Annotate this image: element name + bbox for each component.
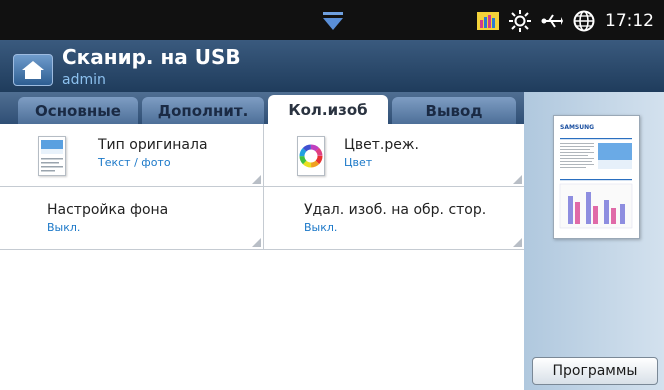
tab-output[interactable]: Вывод: [392, 97, 516, 124]
option-value: Текст / фото: [98, 156, 171, 169]
globe-icon[interactable]: [573, 10, 595, 32]
corner-indicator-icon: [513, 238, 522, 247]
page-title: Сканир. на USB: [62, 45, 241, 69]
divider: [0, 186, 524, 187]
user-name: admin: [62, 72, 106, 88]
color-wheel-icon: [297, 136, 325, 176]
preview-thumbnail[interactable]: SAMSUNG: [553, 115, 640, 239]
signal-bars-icon[interactable]: [477, 12, 499, 30]
corner-indicator-icon: [252, 175, 261, 184]
option-bleed-through[interactable]: Удал. изоб. на обр. стор. Выкл.: [264, 187, 524, 249]
option-color-mode[interactable]: Цвет.реж. Цвет: [264, 124, 524, 186]
sun-icon[interactable]: [509, 10, 531, 32]
status-bar: 17:12: [0, 0, 664, 40]
tab-image[interactable]: Кол.изоб: [268, 95, 388, 124]
menu-down-arrow-icon[interactable]: [321, 10, 345, 32]
header-bar: Сканир. на USB admin: [0, 40, 664, 92]
preview-brand: SAMSUNG: [560, 124, 594, 131]
option-value: Выкл.: [47, 221, 81, 234]
divider: [263, 124, 264, 250]
home-button[interactable]: [13, 54, 53, 86]
option-value: Выкл.: [304, 221, 338, 234]
programs-button[interactable]: Программы: [532, 357, 658, 385]
usb-icon[interactable]: [541, 12, 563, 30]
option-label: Удал. изоб. на обр. стор.: [304, 202, 487, 218]
option-original-type[interactable]: Тип оригинала Текст / фото: [0, 124, 263, 186]
corner-indicator-icon: [252, 238, 261, 247]
corner-indicator-icon: [513, 175, 522, 184]
option-background[interactable]: Настройка фона Выкл.: [0, 187, 263, 249]
option-label: Тип оригинала: [98, 137, 208, 153]
tab-advanced[interactable]: Дополнит.: [142, 97, 264, 124]
original-type-icon: [38, 136, 66, 176]
tab-basic[interactable]: Основные: [18, 97, 138, 124]
option-label: Цвет.реж.: [344, 137, 419, 153]
option-value: Цвет: [344, 156, 373, 169]
divider: [0, 249, 524, 250]
option-label: Настройка фона: [47, 202, 169, 218]
home-icon: [22, 61, 44, 79]
clock: 17:12: [605, 11, 654, 31]
